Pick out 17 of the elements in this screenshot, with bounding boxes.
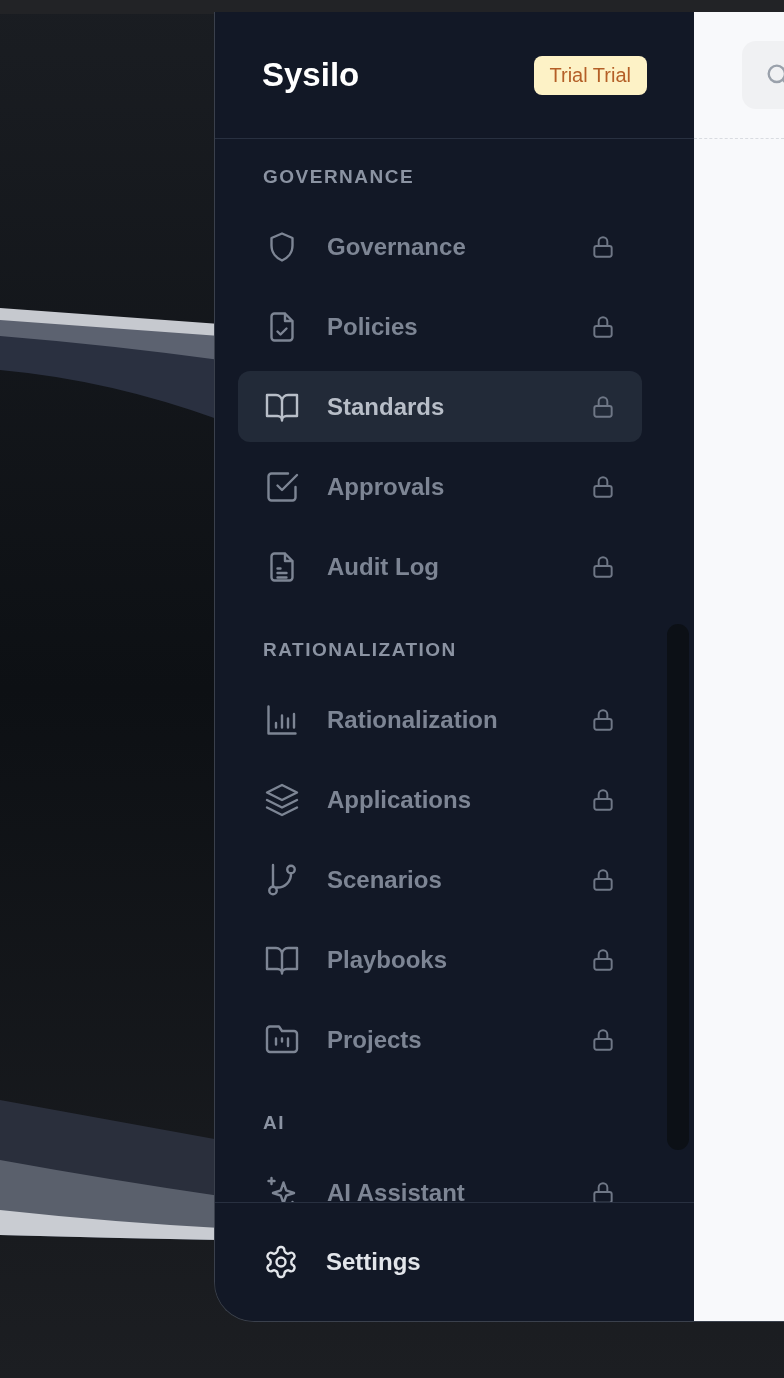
- app-logo: Sysilo: [262, 56, 360, 94]
- nav-item[interactable]: Scenarios: [238, 844, 642, 915]
- nav-item[interactable]: AI Assistant: [238, 1157, 642, 1202]
- nav-item[interactable]: Rationalization: [238, 684, 642, 755]
- settings-link[interactable]: Settings: [263, 1244, 421, 1280]
- trial-badge: Trial Trial: [533, 55, 647, 95]
- nav-item[interactable]: Governance: [238, 211, 642, 282]
- section-heading: AI: [263, 1111, 285, 1135]
- section-heading: GOVERNANCE: [263, 165, 415, 189]
- nav-item[interactable]: Projects: [238, 1004, 642, 1075]
- section-heading: RATIONALIZATION: [263, 638, 457, 662]
- nav-item[interactable]: Applications: [238, 764, 642, 835]
- nav-item[interactable]: Playbooks: [238, 924, 642, 995]
- nav-item[interactable]: Standards: [238, 371, 642, 442]
- nav-item[interactable]: Policies: [238, 291, 642, 362]
- nav-item[interactable]: Audit Log: [238, 531, 642, 602]
- nav-item[interactable]: Approvals: [238, 451, 642, 522]
